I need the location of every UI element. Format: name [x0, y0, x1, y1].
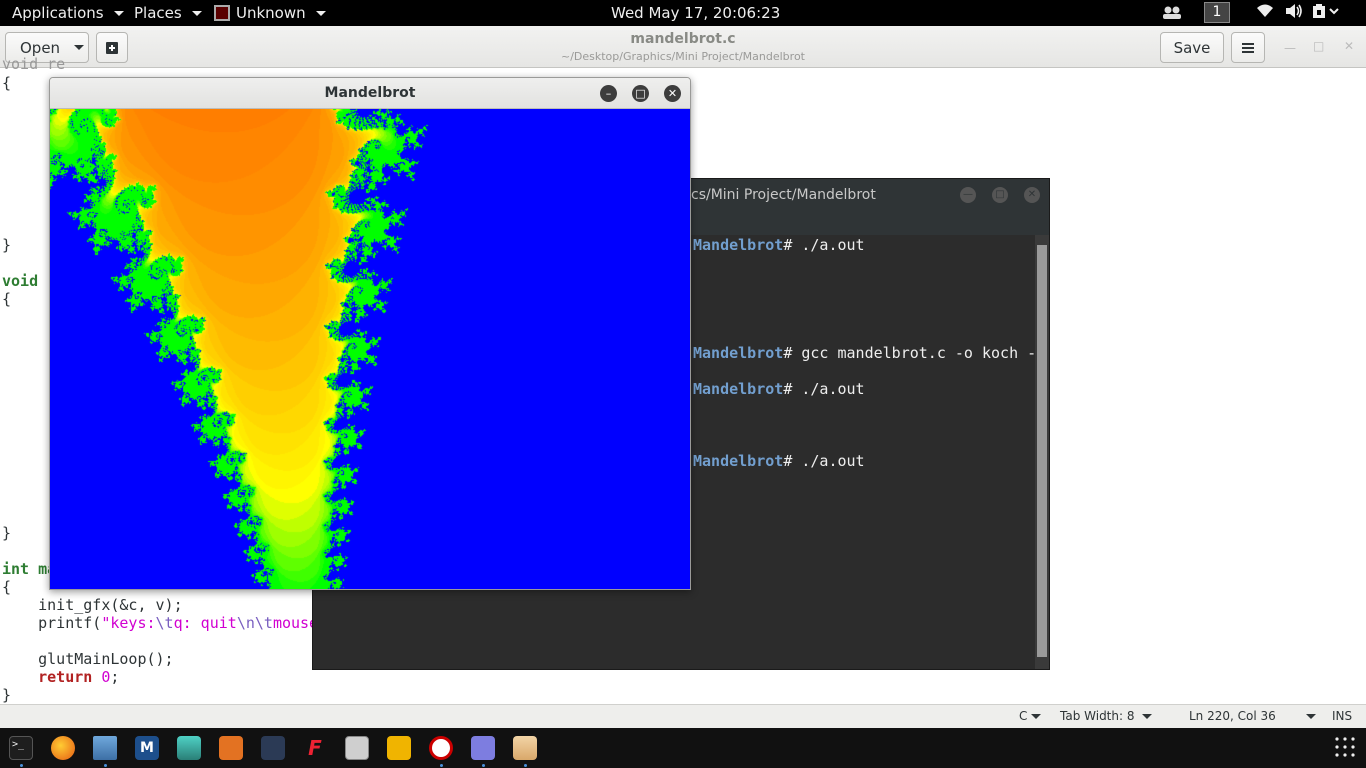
code-token: \t: [155, 614, 174, 632]
close-icon[interactable]: ✕: [1024, 187, 1040, 203]
active-app-menu[interactable]: Unknown: [214, 4, 326, 22]
terminal-prompt: Mandelbrot: [693, 344, 784, 362]
close-icon[interactable]: ✕: [1344, 39, 1354, 53]
top-panel: Applications Places Unknown Wed May 17, …: [0, 0, 1366, 26]
mandelbrot-window[interactable]: Mandelbrot – □ ✕: [49, 77, 691, 590]
maximize-icon[interactable]: □: [992, 187, 1008, 203]
code-token: "keys:: [101, 614, 156, 632]
maximize-icon[interactable]: □: [1313, 39, 1324, 53]
insert-mode: INS: [1332, 709, 1353, 723]
applications-label: Applications: [12, 4, 104, 22]
dock: >_ M F: [0, 728, 1366, 768]
menu-icon: [1242, 42, 1254, 53]
code-line: {: [2, 74, 12, 92]
save-label: Save: [1173, 38, 1211, 57]
running-indicator: [104, 764, 107, 767]
code-token: return: [38, 668, 93, 686]
code-line: }: [2, 524, 12, 542]
code-line: }: [2, 686, 12, 704]
places-label: Places: [134, 4, 182, 22]
faraday-icon[interactable]: F: [303, 736, 327, 760]
terminal-line: Mandelbrot# ./a.out: [693, 452, 865, 470]
code-line: init_gfx(&c, v);: [2, 596, 183, 614]
terminal-title: cs/Mini Project/Mandelbrot: [691, 187, 876, 203]
mandelbrot-fractal-canvas[interactable]: [50, 109, 690, 589]
burpsuite-icon[interactable]: [219, 736, 243, 760]
chevron-down-icon: [1031, 713, 1042, 719]
terminal-command: # ./a.out: [783, 380, 865, 398]
cursor-position[interactable]: Ln 220, Col 36: [1189, 709, 1316, 723]
running-indicator: [440, 764, 443, 767]
terminal-prompt: Mandelbrot: [693, 380, 784, 398]
close-icon[interactable]: ✕: [664, 85, 681, 102]
save-button[interactable]: Save: [1160, 32, 1224, 63]
armitage-icon[interactable]: [177, 736, 201, 760]
terminal-scrollbar[interactable]: [1035, 235, 1049, 669]
code-line: glutMainLoop();: [2, 650, 174, 668]
code-token: \n\t: [236, 614, 273, 632]
recordmydesktop-icon[interactable]: [429, 736, 453, 760]
keepnote-icon[interactable]: [387, 736, 411, 760]
scrollbar-thumb[interactable]: [1037, 245, 1047, 657]
clock[interactable]: Wed May 17, 20:06:23: [611, 4, 780, 22]
cursor-position-label: Ln 220, Col 36: [1189, 709, 1276, 723]
code-line: {: [2, 578, 12, 596]
text-editor-icon[interactable]: [471, 736, 495, 760]
wifi-icon[interactable]: [1256, 3, 1274, 19]
metasploit-icon[interactable]: M: [135, 736, 159, 760]
chevron-down-icon: [191, 10, 202, 16]
status-bar: C Tab Width: 8 Ln 220, Col 36 INS: [0, 704, 1366, 728]
code-token: ;: [110, 668, 120, 686]
terminal-command: # ./a.out: [783, 452, 865, 470]
code-line: }: [2, 236, 12, 254]
firefox-icon[interactable]: [51, 736, 75, 760]
keyboard-icon[interactable]: [345, 736, 369, 760]
workspace-indicator[interactable]: 1: [1204, 2, 1230, 23]
running-indicator: [20, 764, 23, 767]
language-label: C: [1019, 709, 1028, 723]
code-line-return: return 0;: [2, 668, 119, 686]
running-indicator: [482, 764, 485, 767]
code-token: printf(: [2, 614, 102, 632]
files-icon[interactable]: [93, 736, 117, 760]
terminal-line: Mandelbrot# ./a.out: [693, 380, 865, 398]
applications-menu[interactable]: Applications: [12, 4, 124, 22]
language-selector[interactable]: C: [1019, 709, 1042, 723]
maltego-icon[interactable]: [261, 736, 285, 760]
active-app-label: Unknown: [236, 4, 306, 22]
app-window-icon: [214, 5, 230, 21]
tab-width-selector[interactable]: Tab Width: 8: [1060, 709, 1153, 723]
hamburger-menu-button[interactable]: [1231, 32, 1265, 63]
terminal-line: Mandelbrot# ./a.out: [693, 236, 865, 254]
terminal-icon[interactable]: >_: [9, 736, 33, 760]
terminal-command: # gcc mandelbrot.c -o koch -: [783, 344, 1037, 362]
code-token: q: quit: [173, 614, 237, 632]
window-title: Mandelbrot: [324, 85, 416, 101]
running-indicator: [524, 764, 527, 767]
tab-width-label: Tab Width: 8: [1060, 709, 1135, 723]
terminal-prompt: Mandelbrot: [693, 452, 784, 470]
places-menu[interactable]: Places: [134, 4, 202, 22]
maximize-icon[interactable]: □: [632, 85, 649, 102]
terminal-prompt: Mandelbrot: [693, 236, 784, 254]
chevron-down-icon: [315, 10, 326, 16]
gedit-headerbar: Open mandelbrot.c ~/Desktop/Graphics/Min…: [0, 26, 1366, 68]
code-line: {: [2, 290, 12, 308]
volume-icon[interactable]: [1284, 3, 1304, 19]
mandelbrot-titlebar[interactable]: Mandelbrot – □ ✕: [50, 78, 690, 109]
minimize-icon[interactable]: —: [1284, 41, 1296, 55]
minimize-icon[interactable]: –: [600, 85, 617, 102]
code-line-partial: void re: [2, 55, 66, 73]
minimize-icon[interactable]: —: [960, 187, 976, 203]
show-apps-icon[interactable]: [1334, 736, 1356, 758]
terminal-line: Mandelbrot# gcc mandelbrot.c -o koch -: [693, 344, 1036, 362]
chevron-down-icon: [1142, 713, 1153, 719]
users-icon[interactable]: [1162, 3, 1182, 21]
terminal-command: # ./a.out: [783, 236, 865, 254]
chevron-down-icon: [1305, 713, 1316, 719]
chevron-down-icon: [113, 10, 124, 16]
code-line: void: [2, 272, 39, 290]
battery-icon[interactable]: [1312, 3, 1340, 19]
archive-icon[interactable]: [513, 736, 537, 760]
